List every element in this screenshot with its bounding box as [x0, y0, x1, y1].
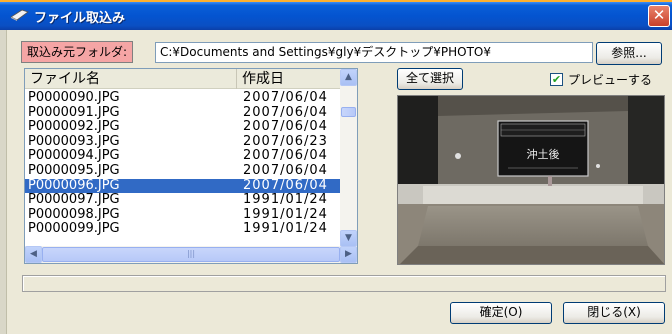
file-row[interactable]: P0000095.JPG 2007/06/04	[25, 162, 355, 179]
file-date: 1991/01/24	[243, 221, 328, 237]
file-date: 1991/01/24	[243, 206, 328, 222]
file-list[interactable]: ファイル名 作成日 P0000090.JPG 2007/06/04 P0000091…	[24, 68, 358, 264]
close-icon[interactable]: ✕	[648, 5, 670, 27]
file-row[interactable]: P0000099.JPG 1991/01/24	[25, 222, 355, 237]
source-folder-label: 取込み元フォルダ:	[21, 41, 134, 63]
file-name: P0000096.JPG	[28, 177, 120, 193]
column-header-filename[interactable]: ファイル名	[25, 69, 237, 89]
file-name: P0000093.JPG	[28, 133, 120, 149]
file-rows: P0000090.JPG 2007/06/04 P0000091.JPG 2007/0…	[25, 90, 355, 237]
close-button[interactable]: 閉じる(X)	[563, 302, 665, 324]
confirm-button[interactable]: 確定(O)	[450, 302, 552, 324]
title-bar[interactable]: ファイル取込み ✕	[0, 0, 672, 30]
file-row[interactable]: P0000098.JPG 1991/01/24	[25, 206, 355, 223]
preview-checkbox[interactable]: ✔	[550, 72, 563, 86]
horizontal-scrollbar[interactable]: ◀ ||| ▶	[25, 246, 357, 263]
construction-photo: 沖土後	[398, 96, 664, 264]
file-date: 2007/06/04	[243, 162, 328, 178]
scroll-down-icon[interactable]: ▼	[340, 230, 357, 247]
file-date: 2007/06/04	[243, 104, 328, 120]
file-date: 2007/06/04	[243, 90, 328, 105]
scroll-left-icon[interactable]: ◀	[25, 246, 42, 263]
photo-preview: 沖土後	[397, 95, 665, 265]
source-folder-field[interactable]: C:¥Documents and Settings¥gly¥デスクトップ¥PHO…	[155, 42, 593, 63]
file-name: P0000090.JPG	[28, 90, 120, 105]
file-name: P0000092.JPG	[28, 119, 120, 135]
column-header-created[interactable]: 作成日	[237, 69, 352, 89]
file-name: P0000097.JPG	[28, 192, 120, 208]
background-window-edge	[0, 30, 7, 334]
file-row[interactable]: P0000090.JPG 2007/06/04	[25, 90, 355, 106]
file-date: 1991/01/24	[243, 192, 328, 208]
file-row[interactable]: P0000096.JPG 2007/06/04	[25, 177, 355, 194]
file-row[interactable]: P0000091.JPG 2007/06/04	[25, 104, 355, 121]
status-bar	[22, 275, 666, 292]
file-name: P0000095.JPG	[28, 162, 120, 178]
vertical-scrollbar[interactable]: ▲ ▼	[340, 69, 357, 247]
file-row[interactable]: P0000094.JPG 2007/06/04	[25, 149, 355, 164]
file-name: P0000091.JPG	[28, 104, 120, 120]
scroll-right-icon[interactable]: ▶	[340, 246, 357, 263]
file-row[interactable]: P0000093.JPG 2007/06/23	[25, 133, 355, 150]
file-name: P0000099.JPG	[28, 221, 120, 237]
horizontal-scroll-thumb[interactable]: |||	[42, 247, 340, 262]
file-row[interactable]: P0000097.JPG 1991/01/24	[25, 193, 355, 208]
file-row[interactable]: P0000092.JPG 2007/06/04	[25, 120, 355, 135]
file-date: 2007/06/23	[243, 133, 328, 149]
select-all-button[interactable]: 全て選択	[397, 68, 463, 90]
preview-toggle[interactable]: ✔ プレビューする	[550, 70, 652, 88]
file-date: 2007/06/04	[243, 148, 328, 164]
sign-text: 沖土後	[527, 147, 560, 161]
preview-checkbox-label: プレビューする	[568, 72, 653, 87]
window-title: ファイル取込み	[34, 11, 126, 26]
file-name: P0000098.JPG	[28, 206, 120, 222]
app-icon	[10, 9, 29, 21]
scroll-up-icon[interactable]: ▲	[340, 69, 357, 86]
vertical-scroll-thumb[interactable]	[341, 107, 356, 117]
file-date: 2007/06/04	[243, 119, 328, 135]
browse-button[interactable]: 参照...	[596, 42, 662, 65]
list-header: ファイル名 作成日	[25, 69, 355, 89]
file-name: P0000094.JPG	[28, 148, 120, 164]
file-date: 2007/06/04	[243, 177, 328, 193]
